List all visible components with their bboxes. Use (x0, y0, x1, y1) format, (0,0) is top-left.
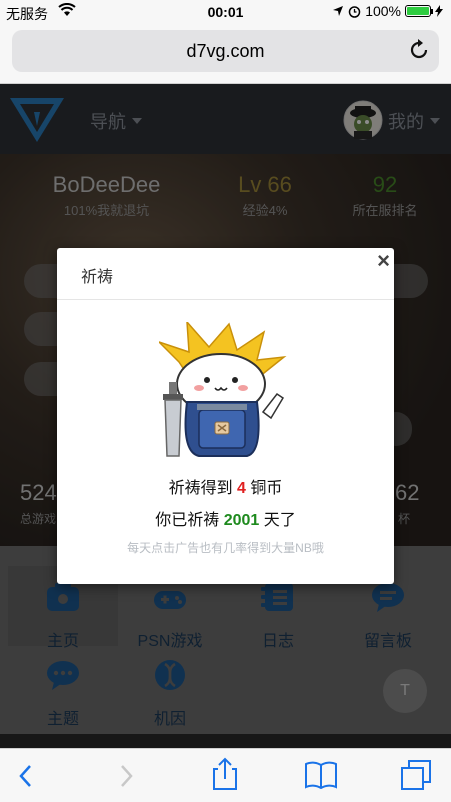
days-value: 2001 (223, 512, 260, 529)
bookmarks-icon[interactable] (304, 761, 338, 789)
tabs-icon[interactable] (400, 759, 432, 791)
coins-message: 祈祷得到 4 铜币 (57, 474, 394, 498)
days-message: 你已祈祷 2001 天了 (57, 506, 394, 530)
coins-prefix: 祈祷得到 (168, 480, 233, 497)
share-icon[interactable] (212, 757, 238, 791)
browser-address-bar: d7vg.com (0, 24, 451, 84)
battery-percent: 100% (365, 3, 401, 19)
alarm-icon (348, 5, 361, 18)
url-text: d7vg.com (186, 41, 265, 61)
browser-toolbar (0, 748, 451, 802)
back-icon[interactable] (16, 763, 36, 789)
forward-icon[interactable] (116, 763, 136, 789)
coins-value: 4 (237, 480, 246, 497)
days-prefix: 你已祈祷 (155, 512, 220, 529)
ad-hint-text: 每天点击广告也有几率得到大量NB哦 (127, 541, 324, 555)
modal-header: 祈祷 × (57, 248, 394, 300)
modal-title: 祈祷 (81, 269, 114, 286)
status-bar: 无服务 00:01 100% (0, 0, 451, 24)
mascot-image (159, 322, 287, 457)
charging-icon (435, 5, 443, 17)
battery-icon (405, 5, 433, 17)
coins-suffix: 铜币 (250, 480, 283, 497)
url-field[interactable]: d7vg.com (12, 30, 439, 72)
days-suffix: 天了 (263, 512, 296, 529)
reload-icon[interactable] (407, 38, 431, 62)
location-icon (333, 6, 344, 16)
close-button[interactable]: × (377, 248, 390, 274)
prayer-modal: 祈祷 × 祈祷得到 4 铜币 你已祈祷 2001 天了 每天点击广告也有几率得到… (57, 248, 394, 584)
